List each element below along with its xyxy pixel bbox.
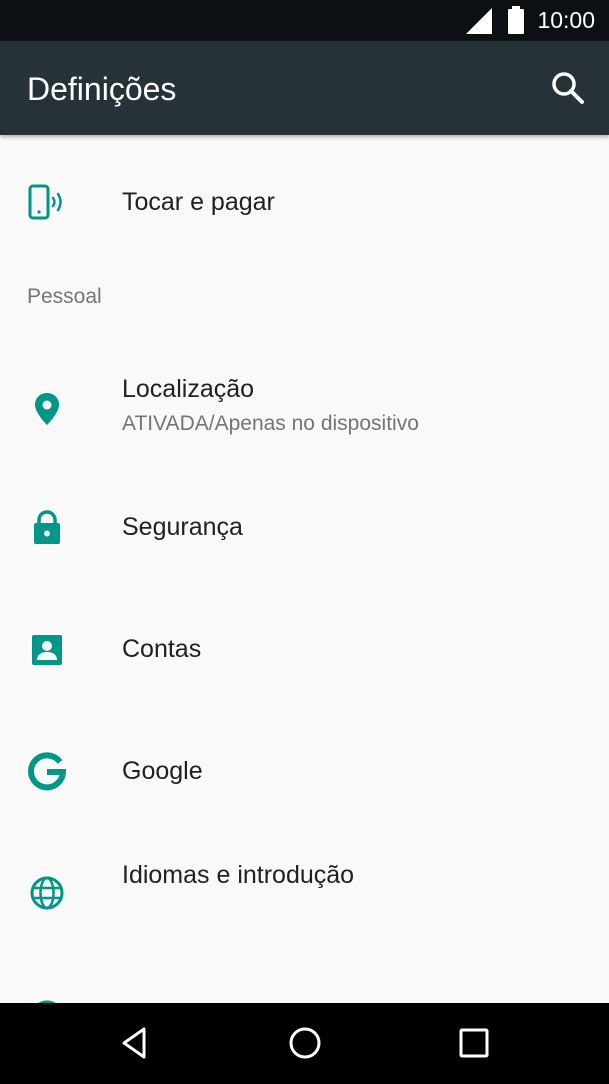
section-header-personal: Pessoal	[27, 285, 102, 308]
home-icon[interactable]	[285, 1023, 325, 1063]
settings-list: Tocar e pagar Pessoal Localização ATIVAD…	[0, 135, 609, 1003]
setting-accounts[interactable]: Contas	[0, 589, 609, 711]
recents-icon[interactable]	[454, 1023, 494, 1063]
navigation-bar	[0, 1003, 609, 1084]
cellular-signal-icon	[466, 8, 492, 34]
search-icon[interactable]	[548, 68, 588, 108]
google-icon	[28, 752, 67, 791]
globe-icon	[30, 876, 64, 910]
setting-summary: ATIVADA/Apenas no dispositivo	[122, 412, 419, 435]
account-box-icon	[32, 635, 62, 665]
setting-partial[interactable]	[0, 955, 609, 1003]
setting-label: Google	[122, 757, 203, 785]
setting-tap-and-pay[interactable]: Tocar e pagar	[0, 135, 609, 270]
setting-label: Idiomas e introdução	[122, 861, 355, 889]
setting-security[interactable]: Segurança	[0, 467, 609, 589]
status-bar: 10:00	[0, 0, 609, 41]
page-title: Definições	[27, 71, 177, 107]
location-pin-icon	[35, 393, 59, 425]
back-icon[interactable]	[116, 1023, 156, 1063]
setting-label: Tocar e pagar	[122, 188, 275, 216]
tap-and-pay-icon	[28, 184, 62, 220]
setting-label: Contas	[122, 635, 202, 663]
setting-google[interactable]: Google	[0, 711, 609, 833]
lock-icon	[34, 510, 60, 544]
setting-languages-input[interactable]: Idiomas e introdução	[0, 833, 609, 955]
status-time: 10:00	[537, 7, 595, 33]
setting-label: Localização	[122, 375, 255, 403]
app-toolbar: Definições	[0, 41, 609, 135]
setting-label: Segurança	[122, 513, 243, 541]
battery-icon	[508, 6, 524, 34]
setting-location[interactable]: Localização ATIVADA/Apenas no dispositiv…	[0, 345, 609, 467]
